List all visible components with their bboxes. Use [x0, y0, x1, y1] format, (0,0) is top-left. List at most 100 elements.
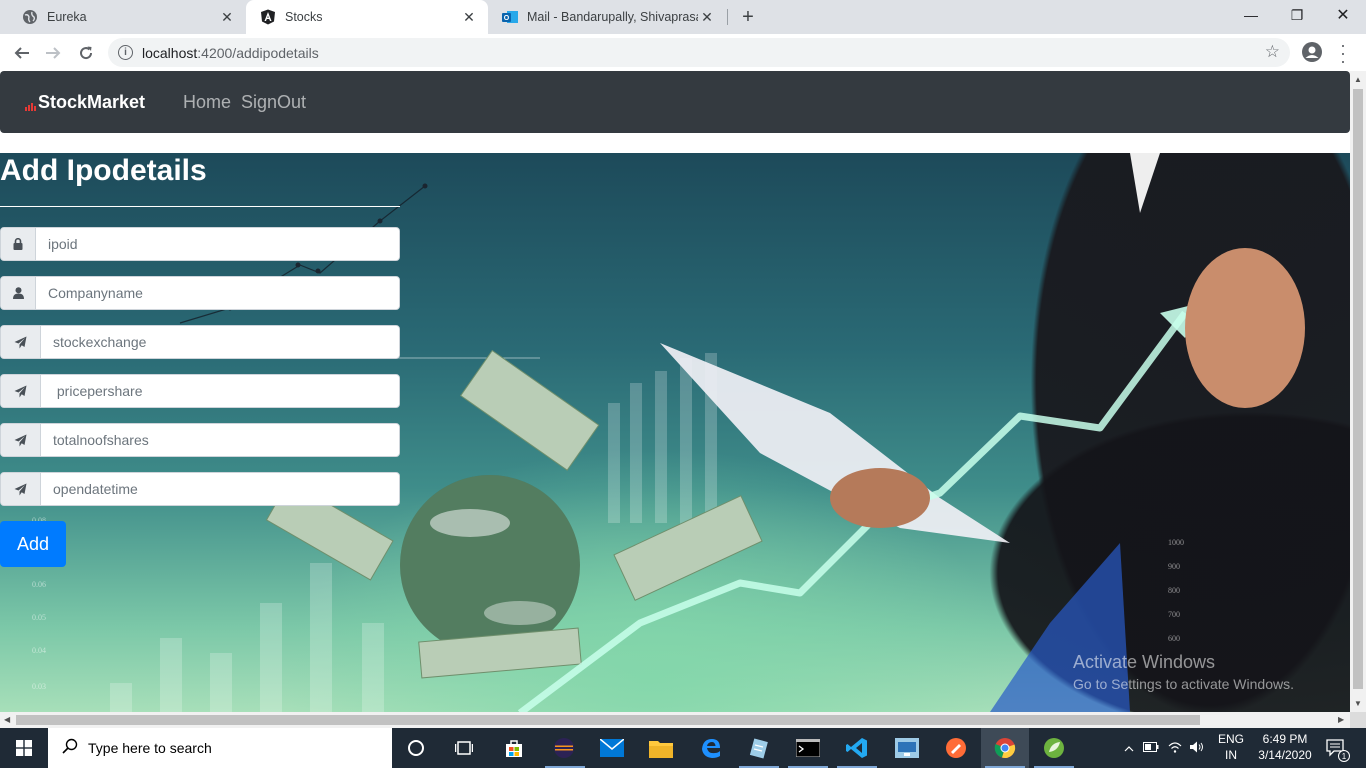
back-arrow-icon[interactable]	[9, 40, 35, 66]
vertical-scroll-thumb[interactable]	[1353, 89, 1363, 689]
language-indicator[interactable]: ENG IN	[1216, 731, 1246, 763]
svg-text:0.04: 0.04	[32, 646, 46, 655]
tab-eureka[interactable]: Eureka ✕	[8, 0, 246, 34]
close-tab-icon[interactable]: ✕	[698, 8, 716, 26]
close-tab-icon[interactable]: ✕	[460, 8, 478, 26]
svg-text:800: 800	[1168, 586, 1180, 595]
scroll-left-icon[interactable]: ◀	[4, 715, 10, 724]
svg-text:900: 900	[1168, 562, 1180, 571]
forward-arrow-icon[interactable]	[40, 40, 66, 66]
store-icon[interactable]	[500, 734, 528, 762]
companyname-input[interactable]	[36, 277, 399, 309]
system-tray	[1120, 728, 1208, 768]
network-tool-icon[interactable]	[893, 734, 921, 762]
vertical-scrollbar[interactable]: ▲ ▼	[1350, 71, 1366, 712]
windows-start-icon[interactable]	[0, 728, 48, 768]
brand-link[interactable]: StockMarket	[25, 92, 145, 113]
close-window-icon[interactable]: ✕	[1320, 0, 1366, 30]
restore-icon[interactable]: ❐	[1274, 0, 1320, 30]
title-divider	[0, 206, 400, 207]
tab-title: Eureka	[47, 10, 87, 24]
scroll-up-icon[interactable]: ▲	[1354, 75, 1362, 84]
ipoid-input[interactable]	[36, 228, 399, 260]
mail-icon[interactable]	[598, 734, 626, 762]
browser-toolbar: i localhost:4200/addipodetails ☆ · · ·	[0, 34, 1366, 71]
pricepershare-input[interactable]	[41, 375, 399, 407]
pricepershare-field-group	[0, 374, 400, 408]
browser-menu-icon[interactable]: · · ·	[1336, 36, 1350, 70]
language-code: ENG	[1217, 732, 1244, 746]
url-text: localhost:4200/addipodetails	[142, 45, 319, 61]
eclipse-icon[interactable]	[550, 734, 578, 762]
wifi-icon[interactable]	[1164, 741, 1186, 756]
globe-icon	[22, 9, 38, 25]
browser-tab-strip: Eureka ✕ Stocks ✕ O Mail - Bandarupally,…	[0, 0, 1366, 34]
reload-icon[interactable]	[73, 40, 99, 66]
send-icon	[1, 326, 41, 358]
bookmark-star-icon[interactable]: ☆	[1265, 42, 1280, 62]
taskbar-search-box[interactable]: Type here to search	[48, 728, 392, 768]
scroll-down-icon[interactable]: ▼	[1354, 699, 1362, 708]
file-explorer-icon[interactable]	[647, 734, 675, 762]
horizontal-scrollbar[interactable]: ◀ ▶	[0, 712, 1350, 728]
region-code: IN	[1225, 748, 1237, 762]
battery-icon[interactable]	[1138, 741, 1164, 755]
svg-text:0.05: 0.05	[32, 613, 46, 622]
vscode-icon[interactable]	[843, 734, 871, 762]
notepad-icon[interactable]	[745, 734, 773, 762]
volume-icon[interactable]	[1186, 741, 1208, 756]
clock-time: 6:49 PM	[1262, 732, 1308, 746]
totalnoofshares-input[interactable]	[41, 424, 399, 456]
totalnoofshares-field-group	[0, 423, 400, 457]
send-icon	[1, 473, 41, 505]
send-icon	[1, 375, 41, 407]
postman-icon[interactable]	[942, 734, 970, 762]
lock-icon	[1, 228, 36, 260]
svg-text:0.06: 0.06	[32, 580, 46, 589]
angular-icon	[260, 9, 276, 25]
nav-link-home[interactable]: Home	[183, 92, 231, 113]
nav-link-signout[interactable]: SignOut	[241, 92, 306, 113]
chevron-up-icon[interactable]	[1120, 741, 1138, 755]
bar-chart-icon	[25, 101, 37, 111]
edge-icon[interactable]	[697, 734, 725, 762]
tab-title: Stocks	[285, 10, 323, 24]
tab-mail[interactable]: O Mail - Bandarupally, Shivaprasad ✕	[488, 0, 726, 34]
svg-text:1000: 1000	[1168, 538, 1184, 547]
windows-taskbar: Type here to search ENG IN 6:49 PM 3/14/…	[0, 728, 1366, 768]
scroll-right-icon[interactable]: ▶	[1338, 715, 1344, 724]
address-bar[interactable]: i localhost:4200/addipodetails ☆	[108, 38, 1290, 67]
notification-count: 1	[1338, 750, 1350, 762]
terminal-icon[interactable]	[794, 734, 822, 762]
search-icon	[62, 738, 78, 759]
stockexchange-field-group	[0, 325, 400, 359]
brand-text: StockMarket	[38, 92, 146, 112]
svg-text:600: 600	[1168, 634, 1180, 643]
opendatetime-input[interactable]	[41, 473, 399, 505]
notification-center-icon[interactable]: 1	[1322, 734, 1350, 762]
profile-avatar-icon[interactable]	[1302, 42, 1322, 62]
scrollbar-corner	[1350, 712, 1366, 728]
opendatetime-field-group	[0, 472, 400, 506]
ipoid-field-group	[0, 227, 400, 261]
new-tab-icon[interactable]: +	[737, 6, 759, 28]
svg-text:0.03: 0.03	[32, 682, 46, 691]
user-icon	[1, 277, 36, 309]
cortana-icon[interactable]	[402, 734, 430, 762]
minimize-icon[interactable]: ―	[1228, 0, 1274, 30]
horizontal-scroll-thumb[interactable]	[16, 715, 1200, 725]
taskbar-clock[interactable]: 6:49 PM 3/14/2020	[1254, 731, 1316, 763]
task-view-icon[interactable]	[450, 734, 478, 762]
stockexchange-input[interactable]	[41, 326, 399, 358]
site-info-icon[interactable]: i	[118, 45, 133, 60]
outlook-icon: O	[502, 9, 518, 25]
search-placeholder: Type here to search	[88, 740, 212, 756]
page-title: Add Ipodetails	[0, 154, 207, 187]
chrome-icon[interactable]	[991, 734, 1019, 762]
add-button[interactable]: Add	[0, 521, 66, 567]
close-tab-icon[interactable]: ✕	[218, 8, 236, 26]
clock-date: 3/14/2020	[1258, 748, 1312, 762]
tab-separator	[727, 9, 728, 25]
spring-tool-icon[interactable]	[1040, 734, 1068, 762]
tab-stocks[interactable]: Stocks ✕	[246, 0, 488, 34]
